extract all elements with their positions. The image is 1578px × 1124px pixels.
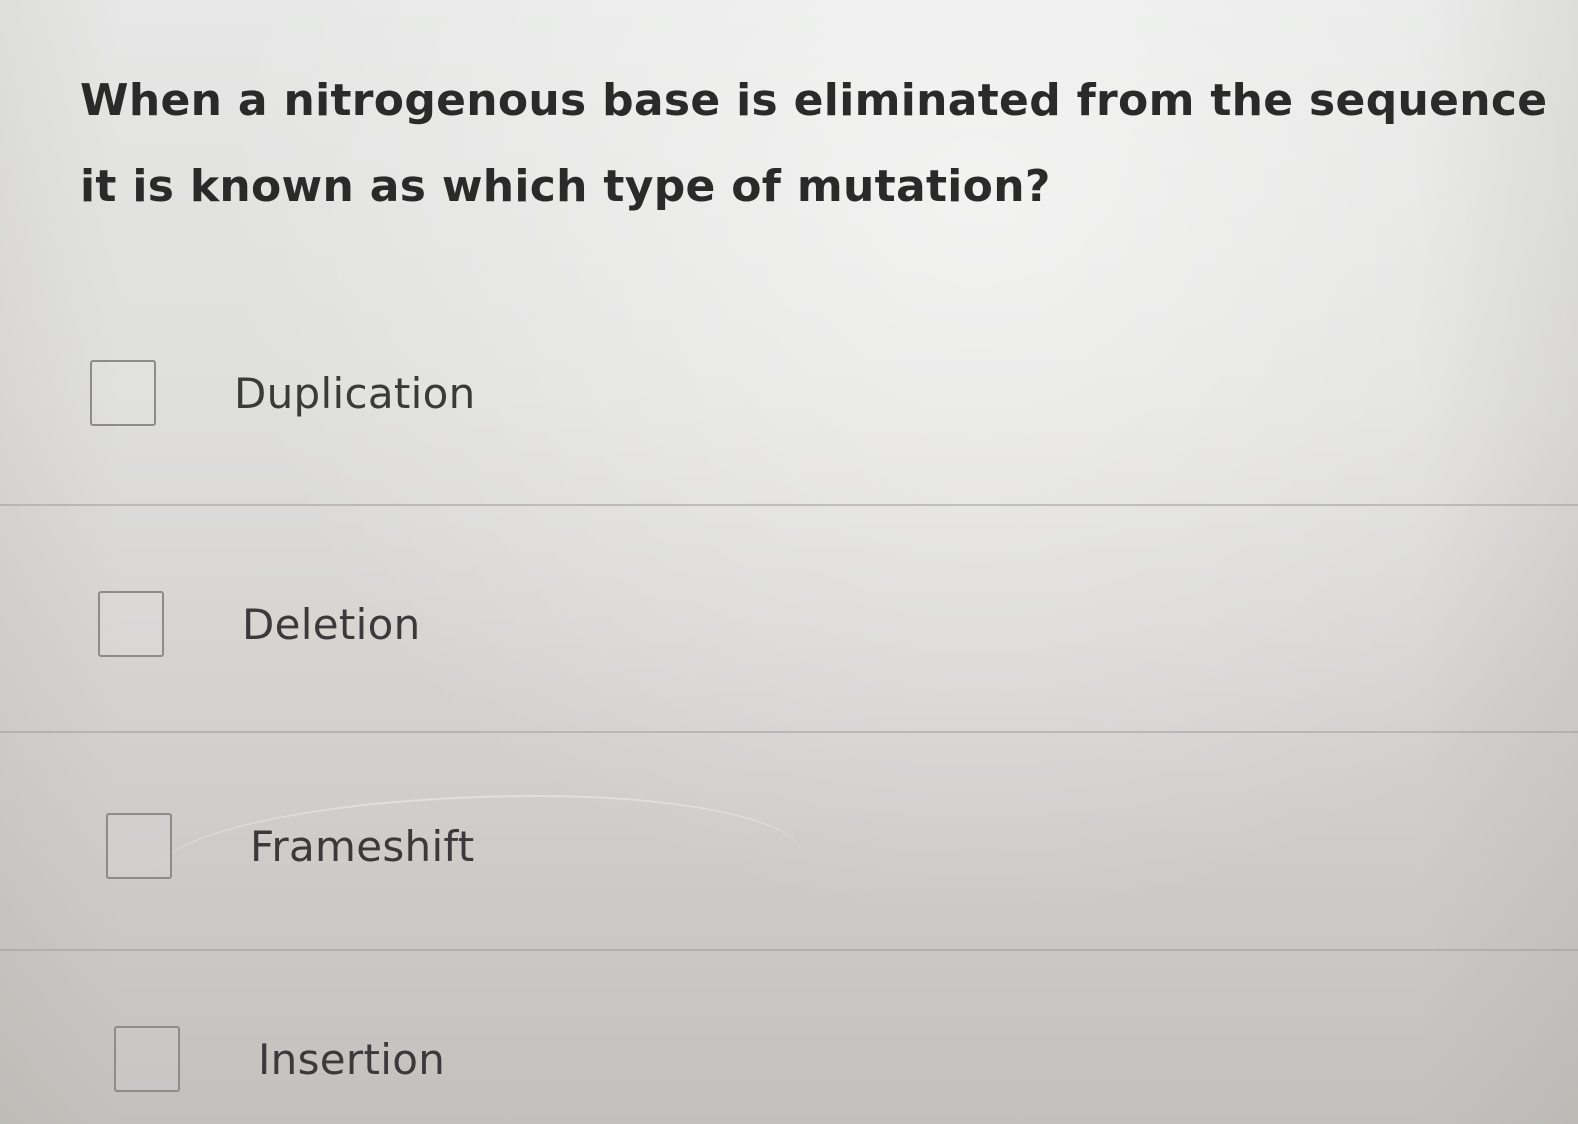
checkbox-frameshift[interactable] [106, 813, 172, 879]
question-text: When a nitrogenous base is eliminated fr… [80, 58, 1548, 230]
option-frameshift[interactable]: Frameshift [106, 813, 475, 879]
checkbox-duplication[interactable] [90, 360, 156, 426]
option-label-deletion: Deletion [242, 599, 421, 649]
option-label-duplication: Duplication [234, 368, 476, 418]
option-duplication[interactable]: Duplication [90, 360, 476, 426]
checkbox-deletion[interactable] [98, 591, 164, 657]
option-label-frameshift: Frameshift [250, 821, 475, 871]
option-label-insertion: Insertion [258, 1034, 446, 1084]
question-line-1: When a nitrogenous base is eliminated fr… [80, 75, 1548, 126]
option-deletion[interactable]: Deletion [98, 591, 421, 657]
option-insertion[interactable]: Insertion [114, 1026, 445, 1092]
option-divider [0, 949, 1578, 951]
option-divider [0, 504, 1578, 506]
checkbox-insertion[interactable] [114, 1026, 180, 1092]
option-divider [0, 731, 1578, 733]
question-line-2: it is known as which type of mutation? [80, 161, 1051, 212]
